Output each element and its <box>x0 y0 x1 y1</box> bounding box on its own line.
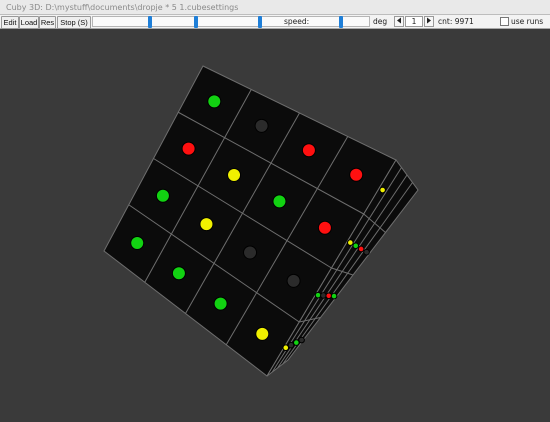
cube-light-dark <box>363 248 370 256</box>
cube-light-green <box>207 94 222 109</box>
toolbar: Edit Load Res Stop (S) speed: deg 1 cnt:… <box>0 15 550 29</box>
load-button[interactable]: Load <box>19 16 39 29</box>
cube-light-green <box>272 194 287 209</box>
slider-thumb[interactable] <box>148 16 152 28</box>
edit-button[interactable]: Edit <box>1 16 19 29</box>
cube-front-face <box>103 65 397 377</box>
cube-render[interactable] <box>0 29 550 418</box>
cube-light-yellow <box>347 239 354 246</box>
deg-value-field[interactable]: 1 <box>405 16 423 27</box>
cube-light-red <box>301 143 316 158</box>
cube-light-green <box>293 339 300 346</box>
cube-light-green <box>130 236 145 251</box>
speed-slider[interactable]: speed: <box>92 16 370 28</box>
reset-button[interactable]: Res <box>39 16 56 29</box>
stop-button[interactable]: Stop (S) <box>57 16 91 29</box>
slider-thumb[interactable] <box>339 16 343 28</box>
slider-thumb[interactable] <box>194 16 198 28</box>
triangle-right-icon <box>427 17 431 24</box>
use-runs-checkbox[interactable] <box>500 17 509 26</box>
cube-light-dark <box>243 245 258 260</box>
cube-light-dark <box>286 273 301 288</box>
cube-light-dark <box>298 336 305 344</box>
slider-thumb[interactable] <box>258 16 262 28</box>
cube-light-dark <box>287 341 295 349</box>
cube-light-green <box>330 292 338 300</box>
cube-light-yellow <box>255 326 270 341</box>
cube-light-green <box>352 242 360 250</box>
spin-down-button[interactable] <box>394 16 404 27</box>
cube-light-yellow <box>282 344 290 352</box>
use-runs-label: use runs <box>511 17 544 26</box>
cube-light-green <box>314 291 322 299</box>
cube-light-red <box>181 141 196 156</box>
cube-light-dark <box>254 118 269 133</box>
cube-light-red <box>325 292 333 300</box>
cube-light-green <box>155 188 170 203</box>
cube-light-dark <box>320 292 327 299</box>
cube-light-green <box>213 296 228 311</box>
cube-light-red <box>349 167 364 182</box>
3d-viewport[interactable] <box>0 29 550 418</box>
deg-label: deg <box>373 17 388 26</box>
count-display: cnt: 9971 <box>438 17 474 26</box>
spin-up-button[interactable] <box>424 16 434 27</box>
speed-label: speed: <box>284 17 310 26</box>
cube-light-yellow <box>379 186 386 194</box>
window-title: Cuby 3D: D:\mystuff\documents\dropje * 5… <box>6 3 239 12</box>
cube-light-red <box>317 220 332 235</box>
cube-light-green <box>171 266 186 281</box>
cube-light-yellow <box>199 217 214 232</box>
window-title-bar: Cuby 3D: D:\mystuff\documents\dropje * 5… <box>0 0 550 15</box>
cube-light-red <box>357 245 365 253</box>
cube-light-yellow <box>227 167 242 182</box>
triangle-left-icon <box>397 17 401 24</box>
